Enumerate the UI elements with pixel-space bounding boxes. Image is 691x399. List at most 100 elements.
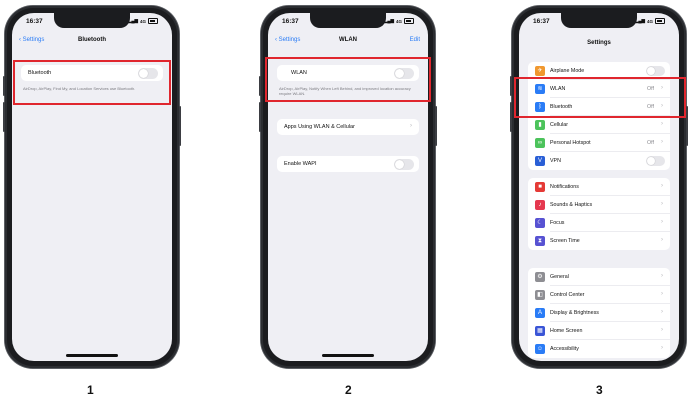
status-time: 16:37: [282, 18, 299, 25]
settings-row-label: Airplane Mode: [550, 68, 585, 74]
settings-row-sounds-haptics[interactable]: ♪ Sounds & Haptics ›: [528, 196, 670, 214]
status-right: ▂▄▆ 4G: [635, 18, 665, 24]
chevron-right-icon: ›: [661, 219, 663, 225]
wapi-group: Enable WAPI: [277, 156, 419, 172]
navigation-bar: ‹ Settings Bluetooth: [12, 35, 172, 49]
chevron-right-icon: ›: [661, 237, 663, 243]
toggle-switch[interactable]: [646, 66, 665, 76]
status-right: ▂▄▆ 4G: [128, 18, 158, 24]
status-time: 16:37: [26, 18, 43, 25]
settings-row-home-screen[interactable]: ▦ Home Screen ›: [528, 322, 670, 340]
power-button: [179, 106, 181, 146]
chevron-right-icon: ›: [661, 121, 663, 127]
chevron-right-icon: ›: [661, 273, 663, 279]
home-indicator: [322, 354, 374, 357]
step-number: 2: [345, 383, 352, 397]
settings-row-label: Accessibility: [550, 346, 579, 352]
power-button: [686, 106, 688, 146]
settings-row-label: Cellular: [550, 122, 568, 128]
step-number: 1: [87, 383, 94, 397]
side-button: [510, 76, 512, 96]
network-label: 4G: [139, 18, 146, 24]
settings-row-label: Display & Brightness: [550, 310, 599, 316]
network-label: 4G: [395, 18, 402, 24]
screen-time-icon: ⧗: [535, 236, 545, 246]
settings-row-label: Control Center: [550, 292, 585, 298]
chevron-right-icon: ›: [661, 291, 663, 297]
navigation-bar: Settings: [519, 38, 679, 52]
settings-row-control-center[interactable]: ◧ Control Center ›: [528, 286, 670, 304]
side-button: [259, 102, 261, 132]
apps-using-wlan-row[interactable]: Apps Using WLAN & Cellular ›: [277, 119, 419, 135]
notch: [561, 13, 637, 28]
toggle-switch[interactable]: [646, 156, 665, 166]
hotspot-icon: ∞: [535, 138, 545, 148]
control-center-icon: ◧: [535, 290, 545, 300]
settings-row-label: Focus: [550, 220, 565, 226]
battery-icon: [655, 18, 665, 24]
page-title: Bluetooth: [78, 37, 106, 43]
screen: 16:37 ▂▄▆ 4G Settings ✈ Airplane Mode ≋ WLA…: [519, 13, 679, 361]
settings-row-cellular[interactable]: ▮ Cellular ›: [528, 116, 670, 134]
network-label: 4G: [646, 18, 653, 24]
chevron-right-icon: ›: [661, 309, 663, 315]
apps-group: Apps Using WLAN & Cellular ›: [277, 119, 419, 135]
apps-using-wlan-label: Apps Using WLAN & Cellular: [284, 124, 355, 130]
settings-row-general[interactable]: ⚙ General ›: [528, 268, 670, 286]
status-time: 16:37: [533, 18, 550, 25]
status-right: ▂▄▆ 4G: [384, 18, 414, 24]
notifications-group: ■ Notifications › ♪ Sounds & Haptics › ☾ Focus ›…: [528, 178, 670, 250]
step-number: 3: [596, 383, 603, 397]
notch: [310, 13, 386, 28]
phone-3: 16:37 ▂▄▆ 4G Settings ✈ Airplane Mode ≋ WLA…: [510, 6, 688, 368]
settings-row-personal-hotspot[interactable]: ∞ Personal Hotspot Off ›: [528, 134, 670, 152]
side-button: [259, 76, 261, 96]
side-button: [510, 102, 512, 132]
battery-icon: [404, 18, 414, 24]
settings-row-screen-time[interactable]: ⧗ Screen Time ›: [528, 232, 670, 250]
chevron-right-icon: ›: [661, 327, 663, 333]
navigation-bar: ‹ Settings WLAN Edit: [268, 35, 428, 49]
sounds-icon: ♪: [535, 200, 545, 210]
settings-row-focus[interactable]: ☾ Focus ›: [528, 214, 670, 232]
battery-icon: [148, 18, 158, 24]
gear-icon: ⚙: [535, 272, 545, 282]
settings-row-label: VPN: [550, 158, 561, 164]
cellular-icon: ▮: [535, 120, 545, 130]
settings-row-label: Personal Hotspot: [550, 140, 591, 146]
settings-row-label: Home Screen: [550, 328, 583, 334]
settings-row-label: Screen Time: [550, 238, 580, 244]
highlight-box: [13, 60, 171, 105]
page-title: WLAN: [339, 37, 357, 43]
accessibility-icon: ☺: [535, 344, 545, 354]
chevron-right-icon: ›: [661, 139, 663, 145]
notifications-icon: ■: [535, 182, 545, 192]
highlight-box: [265, 57, 431, 102]
focus-icon: ☾: [535, 218, 545, 228]
general-group: ⚙ General › ◧ Control Center › A Display & Brig…: [528, 268, 670, 358]
edit-button[interactable]: Edit: [410, 37, 420, 43]
enable-wapi-label: Enable WAPI: [284, 161, 317, 167]
page-title: Settings: [587, 40, 611, 46]
enable-wapi-row: Enable WAPI: [277, 156, 419, 172]
chevron-right-icon: ›: [410, 123, 412, 129]
chevron-right-icon: ›: [661, 183, 663, 189]
settings-row-label: General: [550, 274, 569, 280]
settings-row-vpn[interactable]: V VPN: [528, 152, 670, 170]
settings-row-label: Notifications: [550, 184, 579, 190]
chevron-right-icon: ›: [661, 201, 663, 207]
settings-row-notifications[interactable]: ■ Notifications ›: [528, 178, 670, 196]
side-button: [3, 102, 5, 132]
chevron-right-icon: ›: [661, 345, 663, 351]
display-icon: A: [535, 308, 545, 318]
settings-row-accessibility[interactable]: ☺ Accessibility ›: [528, 340, 670, 358]
notch: [54, 13, 130, 28]
wapi-toggle[interactable]: [394, 159, 414, 170]
vpn-icon: V: [535, 156, 545, 166]
settings-row-value: Off: [647, 140, 654, 146]
side-button: [3, 76, 5, 96]
home-screen-icon: ▦: [535, 326, 545, 336]
settings-row-display-brightness[interactable]: A Display & Brightness ›: [528, 304, 670, 322]
airplane-icon: ✈: [535, 66, 545, 76]
power-button: [435, 106, 437, 146]
